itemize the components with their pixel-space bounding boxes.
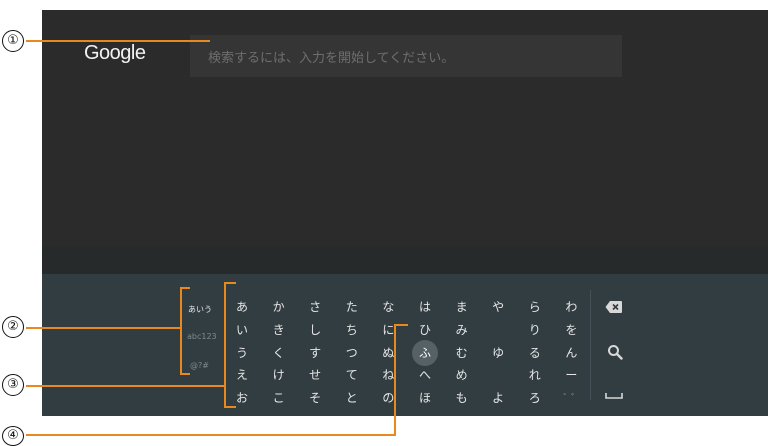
kana-key[interactable]: の xyxy=(376,388,400,408)
kana-key[interactable]: む xyxy=(450,343,474,363)
kana-key[interactable]: を xyxy=(559,320,583,340)
kana-key[interactable]: く xyxy=(267,343,291,363)
kana-key[interactable]: わ xyxy=(559,297,583,317)
kana-key[interactable]: ふ xyxy=(412,339,438,366)
kana-key[interactable]: か xyxy=(267,297,291,317)
backspace-icon[interactable] xyxy=(605,299,623,315)
kana-key[interactable]: け xyxy=(267,365,291,385)
search-icon[interactable] xyxy=(606,344,624,360)
kana-key[interactable]: ろ xyxy=(523,388,547,408)
kana-key[interactable]: ち xyxy=(340,320,364,340)
callout-3: ③ xyxy=(2,374,24,396)
kana-key[interactable]: る xyxy=(523,343,547,363)
kana-key[interactable]: な xyxy=(376,297,400,317)
kana-key[interactable]: と xyxy=(340,388,364,408)
kana-key[interactable]: つ xyxy=(340,343,364,363)
kana-key[interactable]: ん xyxy=(559,343,583,363)
callout-4-line xyxy=(26,434,396,436)
tv-screen: Google 検索するには、入力を開始してください。 あいう abc123 @?… xyxy=(42,10,768,416)
kana-key[interactable]: み xyxy=(450,320,474,340)
kana-key[interactable]: ら xyxy=(523,297,547,317)
kana-key[interactable]: せ xyxy=(303,365,327,385)
key-grid-bracket xyxy=(224,282,236,408)
mode-list-bracket xyxy=(180,287,190,375)
kana-key[interactable]: ゛゜ xyxy=(559,388,583,408)
kana-key[interactable]: れ xyxy=(523,365,547,385)
callout-1: ① xyxy=(2,30,24,52)
kana-key[interactable]: も xyxy=(450,388,474,408)
mode-hiragana[interactable]: あいう xyxy=(188,304,212,315)
kana-key[interactable]: ほ xyxy=(413,388,437,408)
kana-key[interactable]: よ xyxy=(486,388,510,408)
kana-key[interactable]: へ xyxy=(413,365,437,385)
kana-key[interactable]: こ xyxy=(267,388,291,408)
search-box[interactable]: 検索するには、入力を開始してください。 xyxy=(190,35,622,77)
kana-key[interactable]: た xyxy=(340,297,364,317)
callout-2-line xyxy=(26,327,182,329)
kana-key[interactable]: ゆ xyxy=(486,343,510,363)
keyboard-divider xyxy=(590,290,591,400)
kana-key[interactable]: て xyxy=(340,365,364,385)
callout-4-line-vertical xyxy=(394,342,396,436)
kana-key[interactable]: ね xyxy=(376,365,400,385)
kana-key[interactable]: ま xyxy=(450,297,474,317)
callout-2: ② xyxy=(2,316,24,338)
search-placeholder: 検索するには、入力を開始してください。 xyxy=(208,51,455,66)
kana-key[interactable]: す xyxy=(303,343,327,363)
callout-3-line xyxy=(26,385,226,387)
kana-key[interactable]: は xyxy=(413,297,437,317)
keyboard-top-band xyxy=(42,246,768,274)
kana-key[interactable]: り xyxy=(523,320,547,340)
kana-key[interactable]: や xyxy=(486,297,510,317)
callout-4: ④ xyxy=(2,426,24,446)
mode-symbols[interactable]: @?# xyxy=(190,361,209,370)
kana-key[interactable]: ひ xyxy=(413,320,437,340)
space-icon[interactable] xyxy=(605,388,623,404)
kana-key[interactable]: さ xyxy=(303,297,327,317)
kana-key[interactable]: し xyxy=(303,320,327,340)
kana-key[interactable]: め xyxy=(450,365,474,385)
mode-alphanumeric[interactable]: abc123 xyxy=(187,332,217,341)
selected-key-bracket xyxy=(394,324,408,346)
kana-key[interactable]: ー xyxy=(559,365,583,385)
kana-key[interactable]: そ xyxy=(303,388,327,408)
google-logo: Google xyxy=(84,42,146,64)
callout-1-line xyxy=(26,40,210,42)
kana-key[interactable]: き xyxy=(267,320,291,340)
